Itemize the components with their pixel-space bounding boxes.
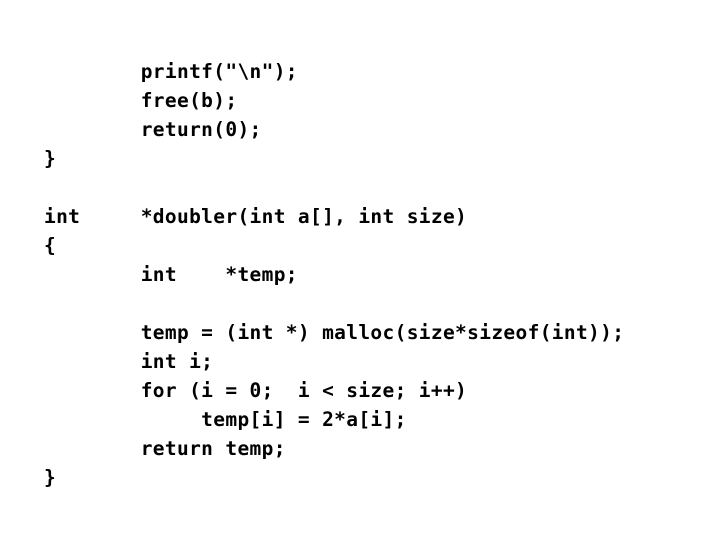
- code-line: free(b);: [44, 89, 238, 112]
- code-line: }: [44, 147, 57, 170]
- code-listing: printf("\n"); free(b); return(0);} int *…: [44, 57, 704, 492]
- code-line: {: [44, 234, 57, 257]
- code-line: return(0);: [44, 118, 262, 141]
- code-line: int *doubler(int a[], int size): [44, 205, 468, 228]
- code-line: int *temp;: [44, 263, 298, 286]
- code-line: return temp;: [44, 437, 286, 460]
- code-line: temp = (int *) malloc(size*sizeof(int));: [44, 321, 625, 344]
- code-line: }: [44, 466, 57, 489]
- code-line: printf("\n");: [44, 60, 298, 83]
- slide-canvas: printf("\n"); free(b); return(0);} int *…: [0, 0, 720, 540]
- code-line: temp[i] = 2*a[i];: [44, 408, 407, 431]
- code-line: for (i = 0; i < size; i++): [44, 379, 468, 402]
- code-line: int i;: [44, 350, 214, 373]
